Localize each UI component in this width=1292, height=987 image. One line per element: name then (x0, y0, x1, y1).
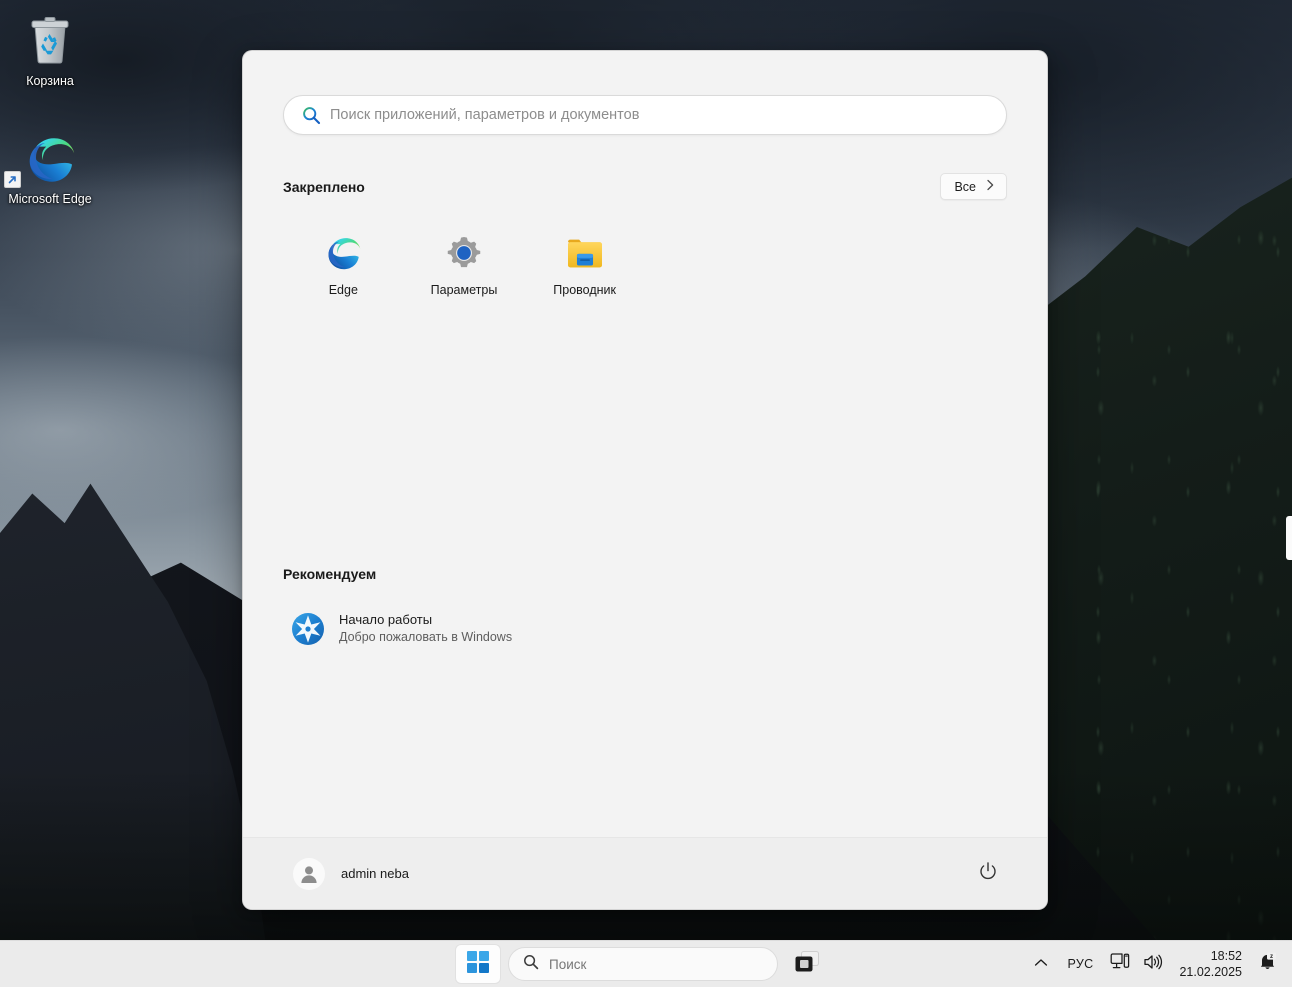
chevron-right-icon (986, 179, 995, 194)
search-input[interactable]: Поиск приложений, параметров и документо… (283, 95, 1007, 135)
recommended-item-subtitle: Добро пожаловать в Windows (339, 630, 513, 644)
search-placeholder: Поиск приложений, параметров и документо… (330, 107, 640, 123)
language-indicator[interactable]: РУС (1058, 945, 1104, 983)
user-account-button[interactable]: admin neba (285, 852, 417, 896)
edge-icon (2, 128, 98, 190)
shortcut-arrow-icon (4, 171, 21, 188)
task-view-icon (794, 950, 820, 979)
clock-time: 18:52 (1210, 949, 1242, 963)
power-button[interactable] (971, 857, 1005, 891)
task-view-button[interactable] (786, 945, 828, 983)
pinned-slot-empty (766, 222, 887, 318)
chevron-up-icon (1034, 955, 1048, 973)
recommended-section-header: Рекомендуем (283, 566, 1007, 582)
edge-icon (322, 232, 364, 274)
pinned-app-label: Параметры (430, 283, 498, 297)
clock-date: 21.02.2025 (1179, 965, 1242, 979)
pinned-app-settings[interactable]: Параметры (404, 222, 525, 318)
pinned-app-label: Edge (328, 283, 358, 297)
search-icon (298, 106, 324, 125)
pinned-title: Закреплено (283, 178, 365, 195)
pinned-section-header: Закреплено Все (283, 173, 1007, 200)
taskbar-search-placeholder: Поиск (549, 956, 587, 972)
recommended-list: Начало работы Добро пожаловать в Windows (283, 604, 1007, 653)
desktop-icon-microsoft-edge[interactable]: Microsoft Edge (2, 128, 98, 207)
svg-text:z: z (1269, 953, 1272, 960)
start-menu-panel[interactable]: Поиск приложений, параметров и документо… (242, 50, 1048, 910)
taskbar-search-input[interactable]: Поиск (508, 947, 778, 981)
power-icon (978, 861, 998, 886)
start-button[interactable] (456, 945, 500, 983)
taskbar[interactable]: Поиск РУС 18:52 21.02.2025 z (0, 940, 1292, 987)
pinned-slot-empty (886, 222, 1007, 318)
pinned-slot-empty (645, 222, 766, 318)
start-menu-footer: admin neba (243, 837, 1047, 909)
network-monitor-icon (1110, 952, 1130, 976)
user-name-label: admin neba (341, 866, 409, 881)
desktop-icon-label: Microsoft Edge (8, 192, 92, 206)
start-menu-body: Закреплено Все Edge Параметры Проводник … (243, 135, 1047, 837)
pinned-app-file-explorer[interactable]: Проводник (524, 222, 645, 318)
recycle-bin-icon (2, 10, 98, 72)
pinned-app-label: Проводник (553, 283, 617, 297)
notifications-button[interactable]: z (1252, 945, 1282, 983)
recommended-title: Рекомендуем (283, 566, 377, 582)
recommended-item-title: Начало работы (339, 612, 433, 627)
pinned-app-edge[interactable]: Edge (283, 222, 404, 318)
recommended-item-get-started[interactable]: Начало работы Добро пожаловать в Windows (283, 604, 1007, 653)
settings-gear-icon (443, 232, 485, 274)
desktop[interactable]: Корзина Microsoft Edge Поиск приложений,… (0, 0, 1292, 987)
all-apps-label: Все (954, 179, 976, 194)
offscreen-window-sliver[interactable] (1286, 516, 1292, 560)
get-started-star-icon (291, 612, 325, 646)
file-explorer-folder-icon (564, 232, 606, 274)
desktop-icon-recycle-bin[interactable]: Корзина (2, 10, 98, 89)
network-button[interactable] (1103, 945, 1137, 983)
start-menu-search-row: Поиск приложений, параметров и документо… (243, 51, 1047, 135)
pinned-apps-grid: Edge Параметры Проводник (283, 222, 1007, 318)
speaker-icon (1143, 953, 1163, 976)
system-tray: РУС 18:52 21.02.2025 z (1024, 944, 1283, 984)
volume-button[interactable] (1137, 945, 1169, 983)
all-apps-button[interactable]: Все (940, 173, 1007, 200)
user-avatar-icon (293, 857, 325, 890)
bell-dnd-icon: z (1258, 952, 1277, 976)
clock-button[interactable]: 18:52 21.02.2025 (1169, 944, 1252, 984)
desktop-icon-label: Корзина (26, 74, 74, 88)
search-icon (523, 954, 539, 975)
windows-logo-icon (467, 950, 489, 978)
show-hidden-icons-button[interactable] (1024, 945, 1058, 983)
